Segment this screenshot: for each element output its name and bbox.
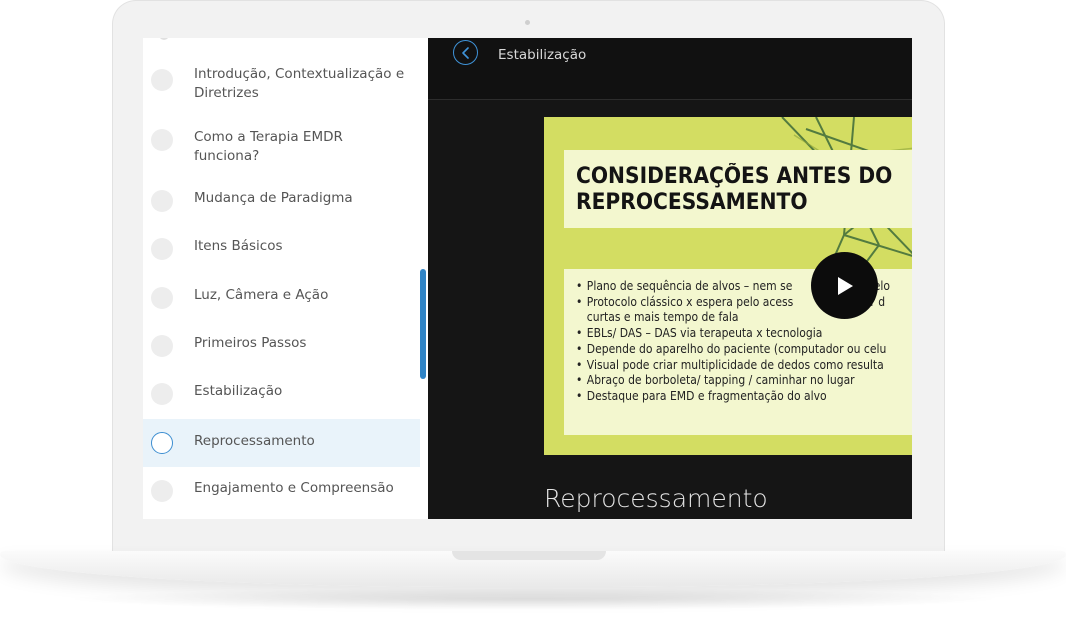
- status-circle-icon: [151, 383, 173, 405]
- sidebar-item-label: Engajamento e Compreensão: [194, 480, 394, 496]
- status-circle-icon: [151, 190, 173, 212]
- bullet-item: • Depende do aparelho do paciente (comput…: [576, 341, 887, 356]
- sidebar-item-label: Itens Básicos: [194, 238, 283, 254]
- sidebar-item-introducao[interactable]: Introdução, Contextualização e Diretrize…: [143, 58, 420, 110]
- play-icon: [837, 276, 853, 295]
- sidebar-item-label: Reprocessamento: [194, 433, 315, 449]
- status-circle-icon: [151, 287, 173, 309]
- lesson-sidebar: Introdução, Contextualização e Diretrize…: [143, 38, 428, 519]
- sidebar-item-reprocessamento[interactable]: Reprocessamento: [143, 419, 420, 467]
- sidebar-item-label: Estabilização: [194, 383, 283, 399]
- video-pane: Estabilização CONSIDERAÇÕES ANTES DO REP…: [428, 38, 912, 519]
- sidebar-item-mudanca-paradigma[interactable]: Mudança de Paradigma: [143, 178, 420, 222]
- play-button[interactable]: [811, 252, 878, 319]
- course-player-screen: Introdução, Contextualização e Diretrize…: [143, 38, 912, 519]
- status-circle-icon: [159, 38, 169, 40]
- sidebar-item-label: Introdução, Contextualização e Diretrize…: [194, 66, 405, 101]
- status-circle-icon: [151, 69, 173, 91]
- bullet-item: • EBLs/ DAS – DAS via terapeuta x tecnolo…: [576, 326, 823, 341]
- lesson-title: Reprocessamento: [544, 484, 768, 513]
- lesson-header: Estabilização: [428, 38, 912, 100]
- bullet-item: • Destaque para EMD e fragmentação do alv…: [576, 388, 827, 403]
- bullet-item: • Abraço de borboleta/ tapping / caminhar…: [576, 373, 855, 388]
- slide-title-panel: CONSIDERAÇÕES ANTES DO REPROCESSAMENTO: [564, 150, 912, 228]
- lesson-header-title: Estabilização: [498, 47, 587, 63]
- status-circle-icon: [151, 432, 173, 454]
- laptop-shadow: [60, 588, 1006, 610]
- sidebar-item-engajamento[interactable]: Engajamento e Compreensão: [143, 468, 420, 512]
- back-button[interactable]: [453, 40, 478, 65]
- sidebar-item-label: Mudança de Paradigma: [194, 190, 353, 206]
- sidebar-item-label: Primeiros Passos: [194, 335, 307, 351]
- status-circle-icon: [151, 238, 173, 260]
- slide-title: CONSIDERAÇÕES ANTES DO REPROCESSAMENTO: [576, 164, 893, 215]
- sidebar-item-primeiros-passos[interactable]: Primeiros Passos: [143, 323, 420, 367]
- status-circle-icon: [151, 129, 173, 151]
- sidebar-scrollbar[interactable]: [420, 269, 426, 379]
- sidebar-item-label: Luz, Câmera e Ação: [194, 287, 329, 303]
- camera-icon: [525, 20, 530, 25]
- status-circle-icon: [151, 335, 173, 357]
- laptop-base-notch: [452, 551, 606, 560]
- bullet-item: • Visual pode criar multiplicidade de ded…: [576, 357, 884, 372]
- status-circle-icon: [151, 480, 173, 502]
- sidebar-item-label: Como a Terapia EMDR funciona?: [194, 129, 343, 164]
- sidebar-item-itens-basicos[interactable]: Itens Básicos: [143, 226, 420, 270]
- chevron-left-icon: [461, 46, 469, 59]
- sidebar-item-estabilizacao[interactable]: Estabilização: [143, 371, 420, 415]
- sidebar-item-como-funciona[interactable]: Como a Terapia EMDR funciona?: [143, 118, 420, 174]
- sidebar-item-luz-camera[interactable]: Luz, Câmera e Ação: [143, 275, 420, 319]
